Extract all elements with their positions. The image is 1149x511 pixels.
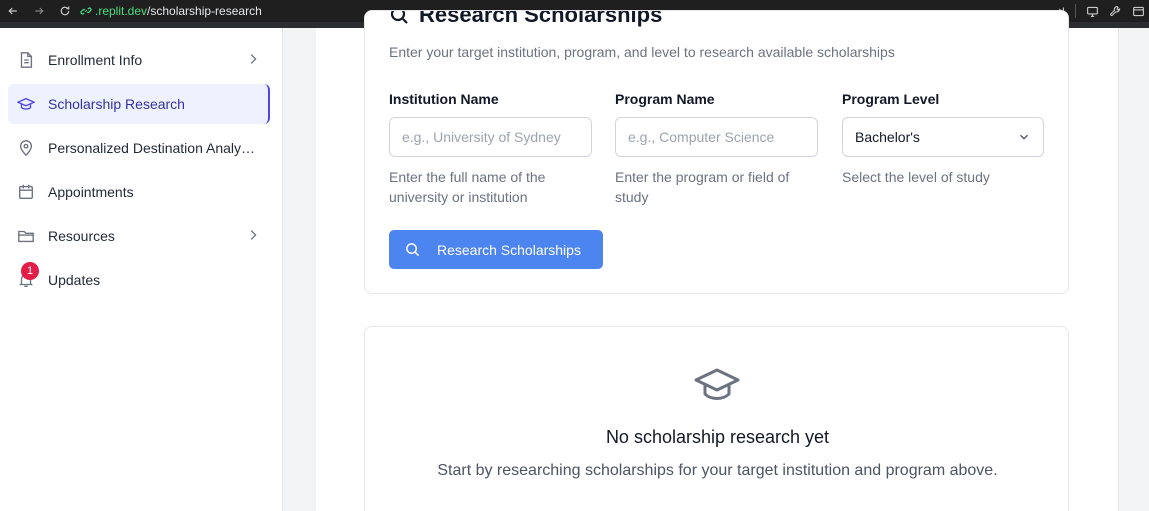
sidebar: Enrollment Info Scholarship Research Per… <box>0 28 283 511</box>
page-title: Research Scholarships <box>419 11 663 27</box>
folder-icon <box>17 227 35 245</box>
program-label: Program Name <box>615 91 715 107</box>
sidebar-item-resources[interactable]: Resources <box>8 216 270 256</box>
graduation-cap-icon <box>694 368 740 400</box>
sidebar-item-label: Enrollment Info <box>48 52 143 68</box>
sidebar-item-label: Scholarship Research <box>48 96 185 112</box>
program-placeholder: e.g., Computer Science <box>628 129 775 145</box>
institution-label: Institution Name <box>389 91 499 107</box>
document-icon <box>17 51 35 69</box>
research-scholarships-button[interactable]: Research Scholarships <box>389 230 603 269</box>
program-input[interactable]: e.g., Computer Science <box>615 117 818 157</box>
search-icon <box>406 243 420 257</box>
sidebar-item-appointments[interactable]: Appointments <box>8 172 270 212</box>
level-selected-value: Bachelor's <box>855 129 920 145</box>
card-header: Research Scholarships <box>365 11 1070 29</box>
back-icon[interactable] <box>6 4 20 18</box>
search-icon <box>390 11 408 24</box>
chevron-right-icon[interactable] <box>246 228 260 242</box>
program-field: Program Name e.g., Computer Science Ente… <box>615 91 818 207</box>
sidebar-item-label: Updates <box>48 272 101 288</box>
sidebar-item-updates[interactable]: 1 Updates <box>8 260 270 300</box>
program-help: Enter the program or field of study <box>615 169 790 205</box>
sidebar-item-destination-analysis[interactable]: Personalized Destination Analysis <box>8 128 270 168</box>
forward-icon[interactable] <box>32 4 46 18</box>
sidebar-item-label: Appointments <box>48 184 134 200</box>
sidebar-item-label: Resources <box>48 228 115 244</box>
calendar-icon <box>17 183 35 201</box>
map-pin-icon <box>17 139 35 157</box>
button-label: Research Scholarships <box>437 241 581 258</box>
institution-placeholder: e.g., University of Sydney <box>402 129 561 145</box>
sidebar-item-scholarship-research[interactable]: Scholarship Research <box>8 84 270 124</box>
sidebar-item-enrollment-info[interactable]: Enrollment Info <box>8 40 270 80</box>
address-bar[interactable]: .replit.dev/scholarship-research <box>80 4 262 18</box>
monitor-icon[interactable] <box>1086 5 1099 18</box>
level-help: Select the level of study <box>842 169 990 185</box>
card-title-row: Research Scholarships <box>389 11 662 28</box>
institution-field: Institution Name e.g., University of Syd… <box>389 91 592 207</box>
institution-help: Enter the full name of the university or… <box>389 169 546 205</box>
empty-state-card: No scholarship research yet Start by res… <box>364 326 1069 511</box>
institution-input[interactable]: e.g., University of Sydney <box>389 117 592 157</box>
graduation-cap-icon <box>17 95 35 113</box>
card-subtitle: Enter your target institution, program, … <box>389 44 895 60</box>
link-icon <box>80 7 92 15</box>
toolbar-divider <box>1075 4 1076 18</box>
level-field: Program Level Bachelor's Select the leve… <box>842 91 1045 187</box>
level-label: Program Level <box>842 91 940 107</box>
sidebar-item-label: Personalized Destination Analysis <box>48 140 258 156</box>
notification-badge: 1 <box>21 262 39 280</box>
empty-state-title: No scholarship research yet <box>605 427 830 447</box>
chevron-right-icon[interactable] <box>246 52 260 66</box>
chevron-down-icon <box>1020 134 1028 140</box>
research-card: Research Scholarships Enter your target … <box>364 10 1069 294</box>
wrench-icon[interactable] <box>1109 5 1122 18</box>
url-path: /scholarship-research <box>147 4 262 18</box>
reload-icon[interactable] <box>58 4 72 18</box>
empty-state-text: Start by researching scholarships for yo… <box>437 462 998 479</box>
window-icon[interactable] <box>1132 5 1145 18</box>
scroll-gutter <box>1118 28 1149 511</box>
level-select[interactable]: Bachelor's <box>842 117 1044 157</box>
url-host: .replit.dev <box>95 4 148 18</box>
